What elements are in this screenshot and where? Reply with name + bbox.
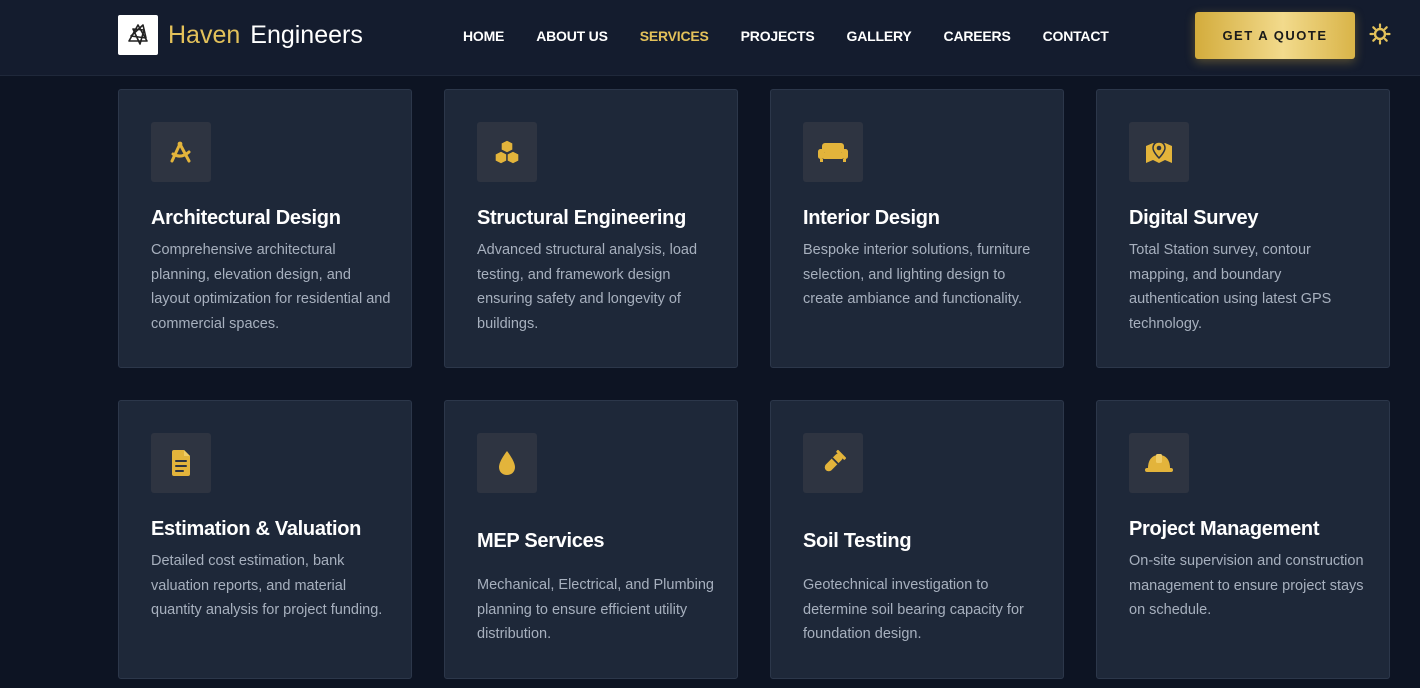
sun-icon: [1369, 23, 1391, 45]
nav-services[interactable]: SERVICES: [640, 24, 709, 48]
service-title: Interior Design: [803, 207, 940, 229]
nav-contact[interactable]: CONTACT: [1043, 24, 1109, 48]
nav-home[interactable]: HOME: [463, 24, 504, 48]
nav-about-us[interactable]: ABOUT US: [536, 24, 608, 48]
service-description: Geotechnical investigation to determine …: [803, 577, 1024, 642]
service-description: Bespoke interior solutions, furniture se…: [803, 242, 1031, 307]
top-navbar: Haven Engineers HOME ABOUT US SERVICES PR…: [0, 0, 1420, 76]
service-description: Comprehensive architectural planning, el…: [151, 242, 391, 332]
compass-drafting-icon: [151, 122, 211, 182]
service-card-architectural-design[interactable]: Architectural Design Comprehensive archi…: [118, 89, 412, 368]
main-menu: HOME ABOUT US SERVICES PROJECTS GALLERY …: [463, 24, 1109, 48]
service-title: Architectural Design: [151, 207, 341, 229]
cubes-icon: [477, 122, 537, 182]
service-card-mep-services[interactable]: MEP Services Mechanical, Electrical, and…: [444, 400, 738, 679]
service-title: Digital Survey: [1129, 207, 1259, 229]
brand-name-second: Engineers: [250, 21, 363, 49]
test-tube-icon: [803, 433, 863, 493]
document-icon: [151, 433, 211, 493]
couch-icon: [803, 122, 863, 182]
water-drop-icon: [477, 433, 537, 493]
service-card-project-management[interactable]: Project Management On-site supervision a…: [1096, 400, 1390, 679]
nav-projects[interactable]: PROJECTS: [741, 24, 815, 48]
map-pin-icon: [1129, 122, 1189, 182]
service-card-structural-engineering[interactable]: Structural Engineering Advanced structur…: [444, 89, 738, 368]
service-description: Advanced structural analysis, load testi…: [477, 242, 698, 332]
hard-hat-icon: [1129, 433, 1189, 493]
service-description: Detailed cost estimation, bank valuation…: [151, 553, 383, 618]
service-description: Total Station survey, contour mapping, a…: [1129, 242, 1332, 332]
logo-icon[interactable]: [118, 15, 158, 55]
service-title: MEP Services: [477, 530, 605, 552]
service-card-soil-testing[interactable]: Soil Testing Geotechnical investigation …: [770, 400, 1064, 679]
nav-careers[interactable]: CAREERS: [944, 24, 1011, 48]
brand-name-first: Haven: [168, 21, 241, 49]
nav-gallery[interactable]: GALLERY: [847, 24, 912, 48]
brand-name[interactable]: Haven Engineers: [168, 18, 363, 52]
service-title: Estimation & Valuation: [151, 518, 362, 540]
service-card-digital-survey[interactable]: Digital Survey Total Station survey, con…: [1096, 89, 1390, 368]
service-description: Mechanical, Electrical, and Plumbing pla…: [477, 577, 714, 642]
service-title: Structural Engineering: [477, 207, 686, 229]
service-title: Soil Testing: [803, 530, 912, 552]
get-a-quote-button[interactable]: GET A QUOTE: [1195, 12, 1355, 59]
service-card-interior-design[interactable]: Interior Design Bespoke interior solutio…: [770, 89, 1064, 368]
service-description: On-site supervision and construction man…: [1129, 553, 1364, 618]
service-card-estimation-valuation[interactable]: Estimation & Valuation Detailed cost est…: [118, 400, 412, 679]
theme-toggle-button[interactable]: [1368, 22, 1392, 46]
service-title: Project Management: [1129, 518, 1320, 540]
